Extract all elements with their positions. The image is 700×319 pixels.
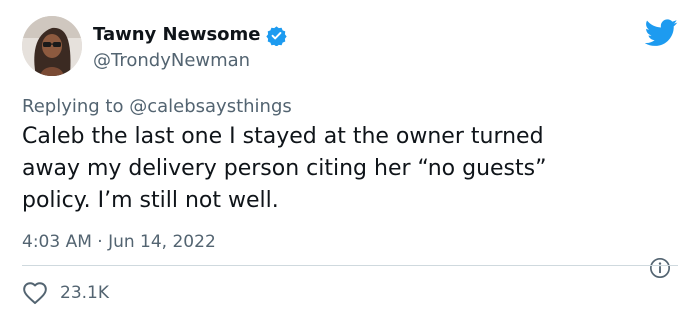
like-button[interactable]: 23.1K bbox=[22, 280, 109, 306]
verified-badge-icon bbox=[265, 25, 287, 47]
divider bbox=[22, 265, 678, 266]
info-icon[interactable] bbox=[649, 257, 671, 279]
tweet-text: Caleb the last one I stayed at the owner… bbox=[22, 124, 547, 213]
twitter-bird-icon[interactable] bbox=[644, 19, 678, 47]
tweet-timestamp[interactable]: 4:03 AM · Jun 14, 2022 bbox=[22, 230, 216, 254]
heart-icon[interactable] bbox=[22, 281, 48, 305]
like-count: 23.1K bbox=[60, 283, 109, 303]
user-handle[interactable]: @TrondyNewman bbox=[93, 49, 250, 73]
avatar-image bbox=[22, 16, 82, 76]
tweet-card: Tawny Newsome @TrondyNewman Replying to … bbox=[0, 0, 700, 319]
reply-mention-link[interactable]: @calebsaysthings bbox=[129, 96, 292, 117]
reply-prefix: Replying to bbox=[22, 96, 124, 117]
display-name[interactable]: Tawny Newsome bbox=[93, 23, 261, 47]
avatar[interactable] bbox=[22, 16, 82, 76]
display-name-row: Tawny Newsome bbox=[93, 23, 287, 47]
reply-context: Replying to @calebsaysthings bbox=[22, 95, 292, 119]
